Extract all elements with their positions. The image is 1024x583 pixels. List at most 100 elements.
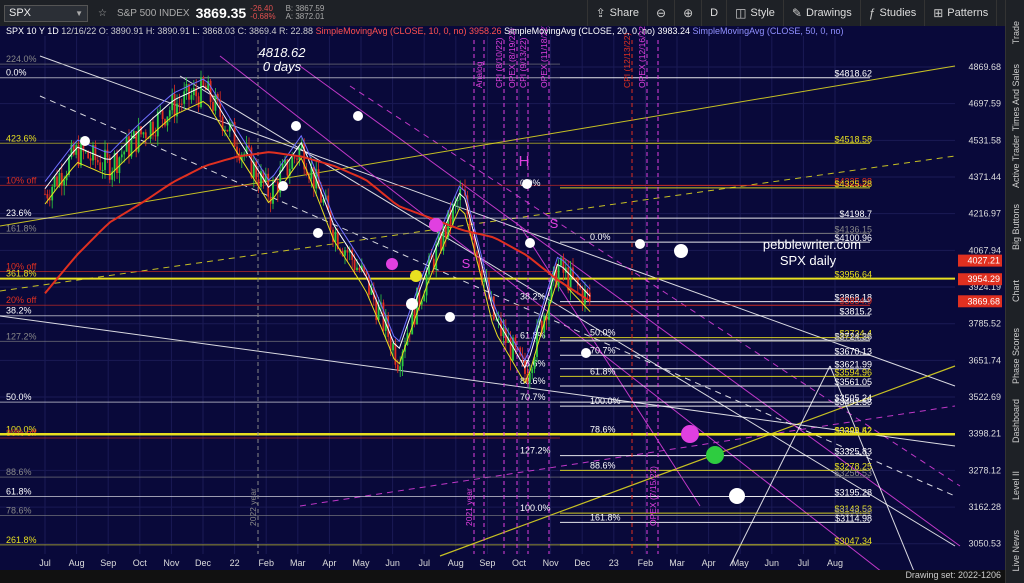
right-tab-label: Live News <box>1010 529 1021 572</box>
patterns-icon: ⊞ <box>933 6 944 20</box>
x-tick-label: Feb <box>638 558 654 568</box>
candle-body <box>80 142 82 166</box>
candle-body <box>202 77 205 86</box>
event-label: OPEX (8/19/22) <box>507 28 517 88</box>
candle-body <box>72 144 75 155</box>
candle-body <box>116 153 118 174</box>
candle-body <box>483 278 486 283</box>
marker-dot <box>291 121 301 131</box>
candle-body <box>344 250 346 256</box>
right-tab-phase-scores[interactable]: Phase Scores <box>1006 324 1024 389</box>
x-tick-label: Jul <box>39 558 51 568</box>
x-axis-ticks: Jul Aug Sep Oct Nov Dec 22 Feb Mar Apr May Jun Jul Au… <box>39 558 843 568</box>
candle-body <box>128 136 130 157</box>
candle-body <box>209 80 212 103</box>
candle-body <box>399 366 402 371</box>
event-label: Analog <box>474 61 484 88</box>
candle-body <box>96 159 99 163</box>
candle-body <box>56 176 58 187</box>
candle-body <box>161 110 164 120</box>
right-tab-dashboard[interactable]: Dashboard <box>1006 389 1024 454</box>
fib-pct-label: 88.6% <box>590 460 616 470</box>
patterns-button[interactable]: ⊞ Patterns <box>924 0 996 26</box>
period-button[interactable]: D <box>701 0 726 26</box>
marker-dot <box>674 244 688 258</box>
share-icon: ⇪ <box>595 6 606 20</box>
candle-body <box>444 226 447 238</box>
candle-body <box>528 373 531 383</box>
y-tick-label: 3522.69 <box>968 392 1001 402</box>
symbol-input[interactable]: SPX ▼ <box>4 4 88 22</box>
candle-body <box>272 181 274 204</box>
fib-label: 30% off <box>6 428 37 438</box>
style-button[interactable]: ◫ Style <box>726 0 783 26</box>
event-label: OPEX (7/15/22) <box>648 466 658 526</box>
trend-line <box>729 365 831 567</box>
ohlc-high: H: 3890.91 <box>145 26 190 36</box>
studies-label: Studies <box>879 7 917 19</box>
fib-label: 224.0% <box>6 54 37 64</box>
candle-body <box>154 135 157 137</box>
marker-dot <box>729 488 745 504</box>
right-tab-trade[interactable]: Trade <box>1006 0 1024 65</box>
fib-label: 23.6% <box>6 208 32 218</box>
star-icon[interactable]: ☆ <box>98 8 107 19</box>
sma10-label: SimpleMovingAvg (CLOSE, 10, 0, no) <box>315 26 467 36</box>
chart-area[interactable]: $4818.62 $4518.58 $4335.98 $4325.28 $4198.7 $… <box>0 23 1005 583</box>
price-tag-label: 3869.68 <box>967 296 1000 306</box>
marker-dot <box>313 228 323 238</box>
marker-dot <box>522 179 532 189</box>
candle-body <box>89 158 92 161</box>
right-tab-big-buttons[interactable]: Big Buttons <box>1006 194 1024 259</box>
x-tick-label: Aug <box>827 558 843 568</box>
candle-body <box>346 250 349 253</box>
right-tab-label: Active Trader <box>1010 135 1021 189</box>
right-tab-active-trader[interactable]: Active Trader <box>1006 130 1024 195</box>
ohlc-range: R: 22.88 <box>279 26 314 36</box>
right-tab-times-and-sales[interactable]: Times And Sales <box>1006 64 1024 131</box>
pattern-label: S <box>462 256 471 271</box>
right-tab-level-ii[interactable]: Level II <box>1006 453 1024 518</box>
candle-body <box>255 161 258 180</box>
zoom-out-button[interactable]: ⊖ <box>647 0 674 26</box>
studies-button[interactable]: ƒ Studies <box>859 0 924 26</box>
fib-label: 38.2% <box>6 306 32 316</box>
event-label: CPI (12/13/22) <box>622 33 632 88</box>
y-tick-label: 4697.59 <box>968 99 1001 109</box>
y-tick-label: 4371.44 <box>968 172 1001 182</box>
level-label: $3325.83 <box>834 447 872 457</box>
price-chart[interactable]: $4818.62$4518.58$4335.98$4325.28$4198.7$… <box>0 23 1005 583</box>
right-tab-live-news[interactable]: Live News <box>1006 518 1024 583</box>
y-tick-label: 3651.74 <box>968 355 1001 365</box>
marker-dot <box>525 238 535 248</box>
candle-body <box>106 149 109 158</box>
level-label: $4325.28 <box>834 179 872 189</box>
y-tick-label: 4067.94 <box>968 245 1001 255</box>
candle-body <box>53 176 56 188</box>
trend-line <box>219 55 897 583</box>
right-tab-chart[interactable]: Chart <box>1006 259 1024 324</box>
x-tick-label: Aug <box>69 558 85 568</box>
days-annotation: 0 days <box>263 59 302 74</box>
share-button[interactable]: ⇪ Share <box>586 0 647 26</box>
watermark: pebblewriter.com <box>763 237 861 252</box>
top-toolbar: SPX ▼ ☆ S&P 500 INDEX 3869.35 -26.40 -0.… <box>0 0 1024 27</box>
price-change: -26.40 -0.68% <box>250 5 275 21</box>
right-tab-bar: Trade Times And Sales Active Trader Big But… <box>1005 0 1024 583</box>
event-label: 2021 year <box>464 488 474 526</box>
drawings-button[interactable]: ✎ Drawings <box>782 0 860 26</box>
zoom-in-button[interactable]: ⊕ <box>674 0 701 26</box>
candle-body <box>334 231 337 242</box>
ohlc-close: C: 3869.4 <box>237 26 277 36</box>
style-label: Style <box>750 7 775 19</box>
x-tick-label: 22 <box>230 558 240 568</box>
fib-label: 10% off <box>6 175 37 185</box>
drawing-set-label: Drawing set: 2022-1206 <box>905 570 1001 580</box>
marker-dot <box>445 312 455 322</box>
y-tick-label: 3785.52 <box>968 319 1001 329</box>
marker-dot <box>706 446 724 464</box>
level-label: $3594.96 <box>834 367 872 377</box>
candle-body <box>185 84 188 92</box>
trend-line <box>39 95 956 497</box>
level-label: $3114.98 <box>835 513 872 523</box>
